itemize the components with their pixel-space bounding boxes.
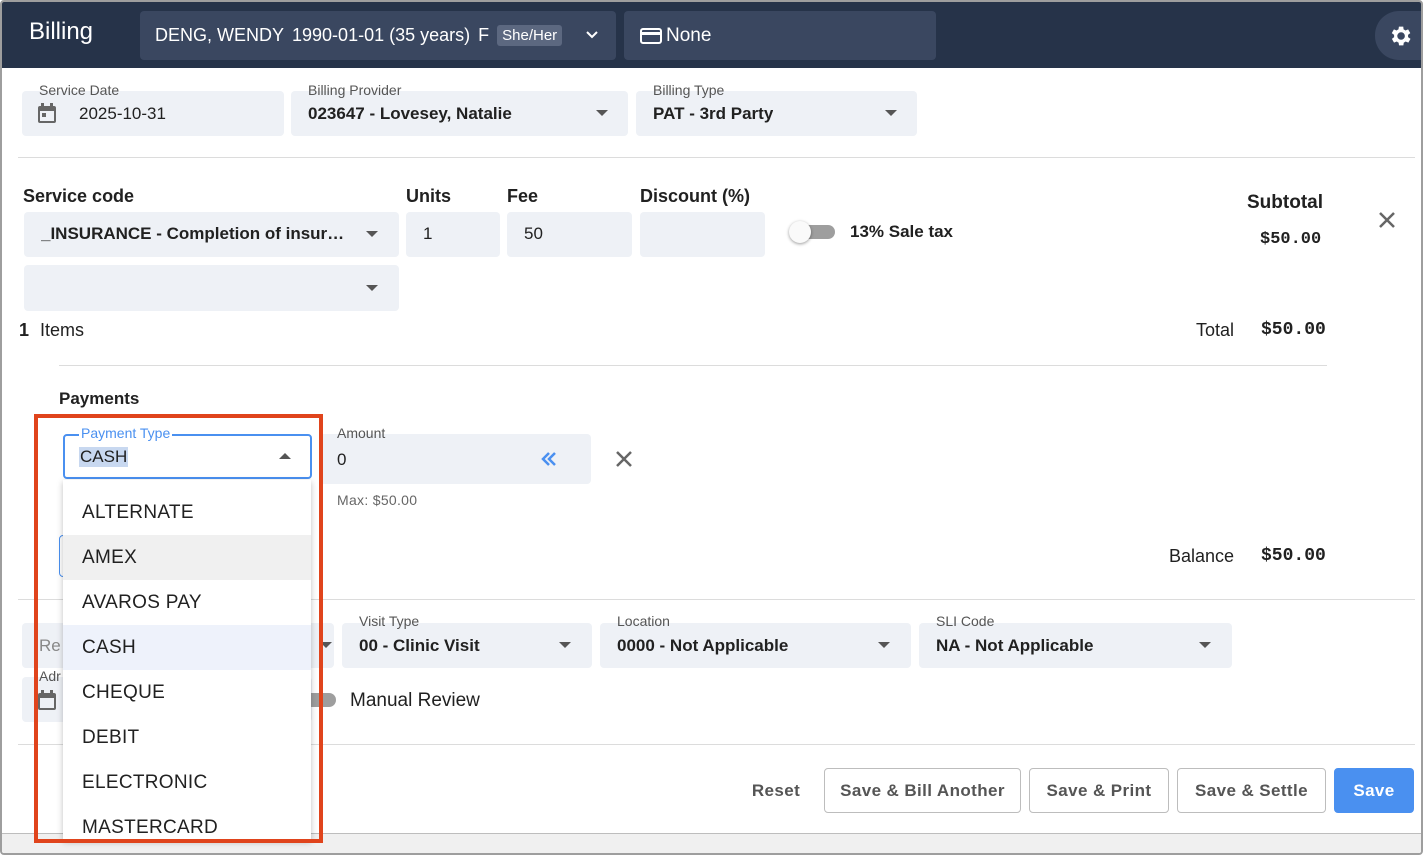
- payment-option-avaros-pay[interactable]: AVAROS PAY: [63, 580, 311, 625]
- fee-header: Fee: [507, 186, 539, 206]
- save-bill-another-button[interactable]: Save & Bill Another: [824, 768, 1021, 813]
- items-count-label: Items: [40, 320, 85, 340]
- chevron-down-icon: [586, 31, 598, 39]
- fill-max-amount-icon[interactable]: [539, 449, 559, 469]
- reset-button[interactable]: Reset: [740, 768, 812, 813]
- remove-payment-icon[interactable]: [614, 449, 634, 469]
- caret-down-icon: [885, 110, 897, 116]
- page-title: Billing: [29, 18, 94, 45]
- items-count: 1: [19, 320, 30, 340]
- billing-type-value: PAT - 3rd Party: [653, 104, 774, 123]
- payment-option-alternate[interactable]: ALTERNATE: [63, 490, 311, 535]
- units-header: Units: [406, 186, 451, 206]
- credit-card-icon: [640, 27, 662, 44]
- manual-review-label: Manual Review: [350, 690, 480, 711]
- caret-down-icon: [596, 110, 608, 116]
- patient-pronoun-badge: She/Her: [497, 25, 563, 46]
- units-input[interactable]: [406, 212, 500, 257]
- location-value: 0000 - Not Applicable: [617, 636, 789, 655]
- total-label: Total: [1196, 320, 1235, 340]
- sli-code-value: NA - Not Applicable: [936, 636, 1094, 655]
- sale-tax-toggle-knob: [789, 221, 811, 243]
- caret-down-icon: [366, 285, 378, 291]
- visit-type-label: Visit Type: [359, 613, 420, 629]
- save-button[interactable]: Save: [1334, 768, 1414, 813]
- divider: [59, 365, 1327, 366]
- amount-max-hint: Max: $50.00: [337, 492, 418, 508]
- admission-date-label-partial: Adr: [39, 668, 61, 684]
- payment-type-value: CASH: [79, 447, 129, 467]
- insurance-card-value: None: [666, 24, 712, 46]
- payment-option-electronic[interactable]: ELECTRONIC: [63, 760, 311, 805]
- payment-option-amex[interactable]: AMEX: [63, 535, 311, 580]
- calendar-icon: [38, 103, 56, 123]
- patient-dob: 1990-01-01 (35 years): [292, 25, 471, 45]
- divider: [18, 157, 1415, 158]
- subtotal-header: Subtotal: [1247, 192, 1323, 213]
- subtotal-value: $50.00: [1260, 230, 1322, 249]
- sli-code-label: SLI Code: [936, 613, 995, 629]
- caret-down-icon: [559, 642, 571, 648]
- amount-value: 0: [337, 450, 347, 469]
- balance-value: $50.00: [1261, 546, 1326, 566]
- payment-option-cheque[interactable]: CHEQUE: [63, 670, 311, 715]
- visit-type-value: 00 - Clinic Visit: [359, 636, 480, 655]
- caret-down-icon: [1199, 642, 1211, 648]
- referral-partial-text: Re: [39, 636, 61, 655]
- close-icon[interactable]: [1377, 210, 1397, 230]
- payment-option-cash[interactable]: CASH: [63, 625, 311, 670]
- save-print-button[interactable]: Save & Print: [1029, 768, 1169, 813]
- amount-label: Amount: [337, 425, 386, 441]
- payment-option-debit[interactable]: DEBIT: [63, 715, 311, 760]
- billing-type-label: Billing Type: [653, 82, 725, 98]
- billing-provider-value: 023647 - Lovesey, Natalie: [308, 104, 512, 123]
- total-value: $50.00: [1261, 320, 1326, 340]
- discount-header: Discount (%): [640, 186, 750, 206]
- insurance-card-field[interactable]: None: [624, 11, 936, 60]
- service-code-header: Service code: [23, 186, 135, 206]
- app-header: Billing DENG, WENDY 1990-01-01 (35 years…: [2, 2, 1421, 68]
- payments-heading: Payments: [59, 389, 140, 408]
- save-settle-button[interactable]: Save & Settle: [1177, 768, 1326, 813]
- service-code-select-empty[interactable]: [24, 265, 399, 311]
- caret-down-icon: [878, 642, 890, 648]
- patient-name: DENG, WENDY: [155, 25, 285, 45]
- payment-type-label: Payment Type: [79, 425, 173, 441]
- payment-option-mastercard[interactable]: MASTERCARD: [63, 805, 311, 840]
- caret-up-icon: [279, 453, 291, 459]
- location-label: Location: [617, 613, 670, 629]
- service-date-label: Service Date: [39, 82, 120, 98]
- units-value: 1: [423, 224, 433, 243]
- gear-icon: [1391, 26, 1411, 45]
- patient-sex: F: [478, 25, 490, 45]
- service-code-value: _INSURANCE - Completion of insurance for…: [41, 224, 346, 243]
- calendar-icon: [38, 690, 56, 710]
- caret-down-icon: [366, 231, 378, 237]
- settings-button[interactable]: [1375, 11, 1421, 60]
- billing-provider-label: Billing Provider: [308, 82, 402, 98]
- payment-type-dropdown: ALTERNATE AMEX AVAROS PAY CASH CHEQUE DE…: [63, 480, 311, 840]
- balance-label: Balance: [1169, 546, 1235, 566]
- service-date-value: 2025-10-31: [79, 104, 166, 123]
- fee-value: 50: [524, 224, 543, 243]
- sale-tax-label: 13% Sale tax: [850, 222, 954, 241]
- caret-down-icon: [320, 642, 332, 648]
- patient-selector[interactable]: DENG, WENDY 1990-01-01 (35 years) F She/…: [140, 11, 616, 60]
- billing-window: Billing DENG, WENDY 1990-01-01 (35 years…: [0, 0, 1423, 855]
- discount-input[interactable]: [640, 212, 765, 257]
